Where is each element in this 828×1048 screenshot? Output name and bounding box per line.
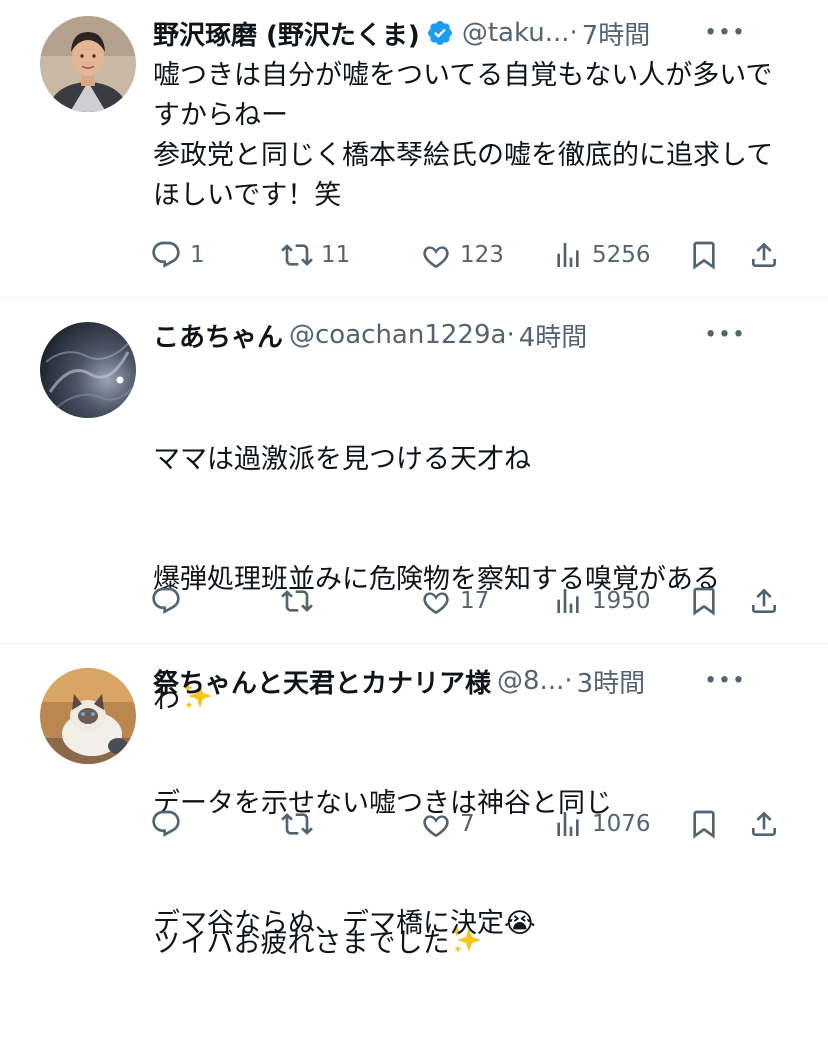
separator-dot: ·: [506, 320, 515, 350]
action-bar: 7 1076: [150, 804, 788, 844]
action-bar: 17 1950: [150, 581, 788, 621]
author-handle[interactable]: @coachan1229a: [289, 320, 506, 350]
author-name[interactable]: こあちゃん: [153, 317, 283, 354]
retweet-button[interactable]: [281, 581, 321, 621]
views-button[interactable]: 1950: [552, 581, 651, 621]
author-name[interactable]: 野沢琢磨 (野沢たくま): [153, 15, 420, 52]
reply-button[interactable]: [150, 581, 190, 621]
reply-icon: [152, 587, 180, 614]
tweet-text: 嘘つきは自分が嘘をついてる自覚もない人が多いですからねー 参政党と同じく橋本琴絵…: [153, 60, 774, 211]
timestamp[interactable]: 3時間: [577, 663, 646, 700]
like-icon: [423, 592, 449, 615]
bookmark-icon: [693, 587, 715, 616]
author-name[interactable]: 祭ちゃんと天君とカナリア様: [153, 663, 491, 700]
share-button[interactable]: [748, 581, 780, 621]
avatar[interactable]: [40, 16, 136, 112]
views-icon: [557, 812, 579, 836]
more-options-icon[interactable]: •••: [704, 669, 746, 694]
reply-button[interactable]: 1: [150, 235, 205, 275]
tweet-header: 祭ちゃんと天君とカナリア様 @8... · 3時間 •••: [153, 661, 788, 701]
share-button[interactable]: [748, 804, 780, 844]
share-icon: [752, 242, 776, 267]
more-options-icon[interactable]: •••: [704, 323, 746, 348]
author-handle[interactable]: @8...: [497, 666, 564, 696]
retweet-button[interactable]: 11: [281, 235, 350, 275]
view-count: 1076: [592, 811, 651, 837]
avatar[interactable]: [40, 322, 136, 418]
like-icon: [423, 815, 449, 838]
separator-dot: ·: [569, 18, 578, 48]
verified-icon: [426, 19, 454, 47]
tweet-3[interactable]: 祭ちゃんと天君とカナリア様 @8... · 3時間 ••• データを示せない嘘つ…: [0, 644, 828, 939]
tweet-2[interactable]: こあちゃん @coachan1229a · 4時間 ••• ママは過激派を見つけ…: [0, 298, 828, 959]
timestamp[interactable]: 7時間: [582, 15, 651, 52]
like-count: 123: [460, 242, 504, 268]
retweet-icon: [281, 590, 313, 612]
reply-icon: [152, 810, 180, 837]
like-button[interactable]: 123: [420, 235, 504, 275]
tweet-header: 野沢琢磨 (野沢たくま) @taku... · 7時間 •••: [153, 13, 788, 53]
retweet-icon: [281, 813, 313, 835]
reply-icon: [152, 241, 180, 268]
retweet-button[interactable]: [281, 804, 321, 844]
like-count: 7: [460, 811, 475, 837]
view-count: 5256: [592, 242, 651, 268]
views-button[interactable]: 5256: [552, 235, 651, 275]
bookmark-button[interactable]: [688, 581, 720, 621]
views-icon: [557, 589, 579, 613]
views-button[interactable]: 1076: [552, 804, 651, 844]
bookmark-icon: [693, 810, 715, 839]
tweet-1[interactable]: 野沢琢磨 (野沢たくま) @taku... · 7時間 ••• 嘘つきは自分が嘘…: [0, 0, 828, 298]
avatar[interactable]: [40, 668, 136, 764]
share-button[interactable]: [748, 235, 780, 275]
tweet-text-fragment: デマ谷ならぬ、デマ橋に決定: [153, 908, 504, 939]
like-button[interactable]: 7: [420, 804, 475, 844]
views-icon: [557, 243, 579, 267]
like-button[interactable]: 17: [420, 581, 489, 621]
retweet-icon: [281, 244, 313, 266]
share-icon: [752, 588, 776, 613]
view-count: 1950: [592, 588, 651, 614]
reply-count: 1: [190, 242, 205, 268]
tweet-text-line: デマ谷ならぬ、デマ橋に決定😭: [153, 904, 788, 944]
author-handle[interactable]: @taku...: [462, 18, 570, 48]
tweet-text: データを示せない嘘つきは神谷と同じ デマ谷ならぬ、デマ橋に決定😭: [153, 704, 788, 1024]
bookmark-button[interactable]: [688, 804, 720, 844]
crying-emoji: 😭: [504, 908, 536, 939]
bookmark-button[interactable]: [688, 235, 720, 275]
reply-button[interactable]: [150, 804, 190, 844]
tweet-header: こあちゃん @coachan1229a · 4時間 •••: [153, 315, 788, 355]
bookmark-icon: [693, 241, 715, 270]
tweet-text-line: ママは過激派を見つける天才ね: [153, 444, 531, 475]
timestamp[interactable]: 4時間: [519, 317, 588, 354]
like-icon: [423, 246, 449, 269]
more-options-icon[interactable]: •••: [704, 21, 746, 46]
retweet-count: 11: [321, 242, 351, 268]
share-icon: [752, 811, 776, 836]
action-bar: 1 11 123 5256: [150, 235, 788, 275]
like-count: 17: [460, 588, 490, 614]
separator-dot: ·: [564, 666, 573, 696]
